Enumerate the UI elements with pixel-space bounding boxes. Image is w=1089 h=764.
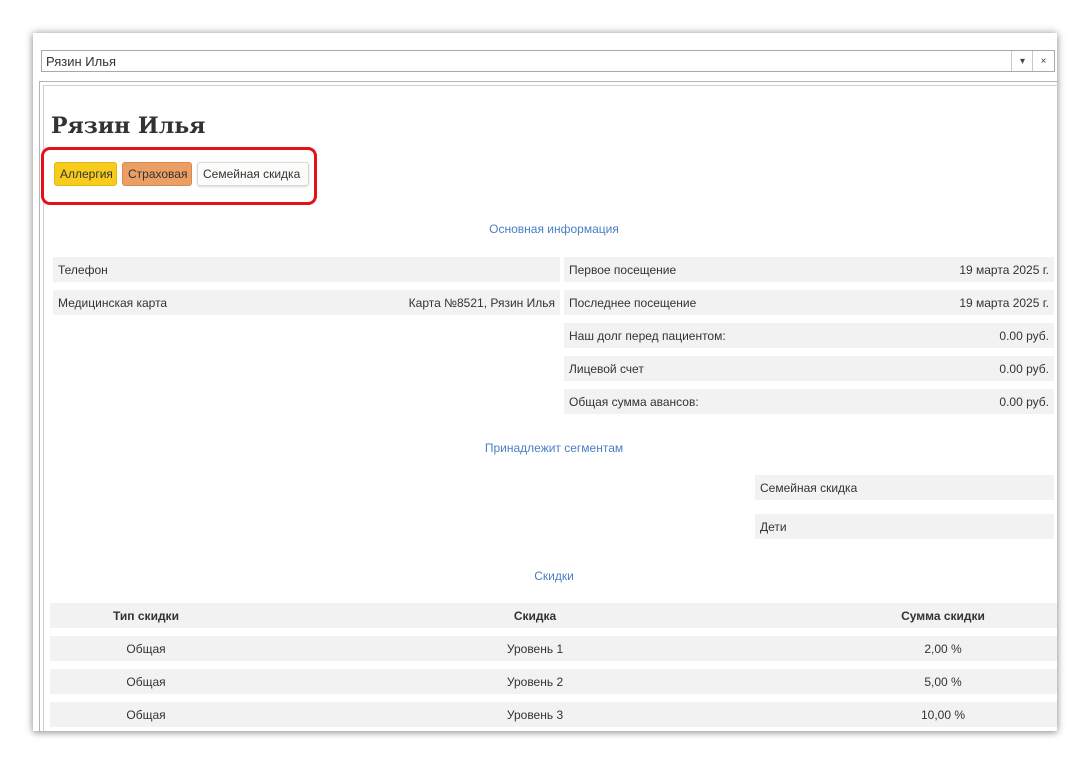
discount-table-header: Тип скидки Скидка Сумма скидки <box>50 603 1057 628</box>
field-phone: Телефон <box>53 257 560 282</box>
table-row[interactable]: Общая Уровень 1 2,00 % <box>50 636 1057 661</box>
dropdown-arrow-icon[interactable]: ▾ <box>1011 51 1033 71</box>
column-header: Сумма скидки <box>901 609 985 623</box>
field-value: Карта №8521, Рязин Илья <box>408 296 555 310</box>
table-cell: Общая <box>126 675 166 689</box>
clear-icon[interactable]: × <box>1032 51 1054 71</box>
table-row[interactable]: Общая Уровень 2 5,00 % <box>50 669 1057 694</box>
field-value: 19 марта 2025 г. <box>959 263 1049 277</box>
table-cell: 2,00 % <box>924 642 962 656</box>
field-first-visit: Первое посещение 19 марта 2025 г. <box>564 257 1054 282</box>
section-segments: Принадлежит сегментам <box>484 441 624 455</box>
field-label: Первое посещение <box>569 263 677 277</box>
segment-label: Дети <box>760 520 787 534</box>
field-personal-account: Лицевой счет 0.00 руб. <box>564 356 1054 381</box>
field-label: Телефон <box>58 263 108 277</box>
segment-item: Дети <box>755 514 1054 539</box>
segment-label: Семейная скидка <box>760 481 858 495</box>
patient-select[interactable]: Рязин Илья ▾ × <box>41 50 1055 72</box>
table-cell: Общая <box>126 708 166 722</box>
column-header: Скидка <box>513 609 557 623</box>
patient-select-value: Рязин Илья <box>46 54 117 69</box>
field-advances-total: Общая сумма авансов: 0.00 руб. <box>564 389 1054 414</box>
section-main-info: Основная информация <box>489 222 619 236</box>
field-value: 0.00 руб. <box>999 329 1049 343</box>
field-label: Лицевой счет <box>569 362 644 376</box>
field-value: 19 марта 2025 г. <box>959 296 1049 310</box>
table-cell: 5,00 % <box>924 675 962 689</box>
tag-family-discount[interactable]: Семейная скидка <box>197 162 309 186</box>
field-label: Общая сумма авансов: <box>569 395 699 409</box>
tag-allergy[interactable]: Аллергия <box>54 162 117 186</box>
field-label: Наш долг перед пациентом: <box>569 329 726 343</box>
table-cell: Уровень 2 <box>506 675 564 689</box>
field-medical-card: Медицинская карта Карта №8521, Рязин Иль… <box>53 290 560 315</box>
table-cell: Уровень 3 <box>506 708 564 722</box>
tag-insurance[interactable]: Страховая <box>122 162 192 186</box>
section-discounts: Скидки <box>534 569 574 583</box>
table-cell: Общая <box>126 642 166 656</box>
field-value: 0.00 руб. <box>999 395 1049 409</box>
field-debt: Наш долг перед пациентом: 0.00 руб. <box>564 323 1054 348</box>
segment-item: Семейная скидка <box>755 475 1054 500</box>
field-label: Медицинская карта <box>58 296 168 310</box>
field-last-visit: Последнее посещение 19 марта 2025 г. <box>564 290 1054 315</box>
patient-window: Рязин Илья ▾ × Рязин Илья Аллергия Страх… <box>33 33 1058 732</box>
table-cell: Уровень 1 <box>506 642 564 656</box>
page-title: Рязин Илья <box>51 113 206 139</box>
field-value: 0.00 руб. <box>999 362 1049 376</box>
table-cell: 10,00 % <box>920 708 966 722</box>
field-label: Последнее посещение <box>569 296 697 310</box>
column-header: Тип скидки <box>113 609 179 623</box>
table-row[interactable]: Общая Уровень 3 10,00 % <box>50 702 1057 727</box>
